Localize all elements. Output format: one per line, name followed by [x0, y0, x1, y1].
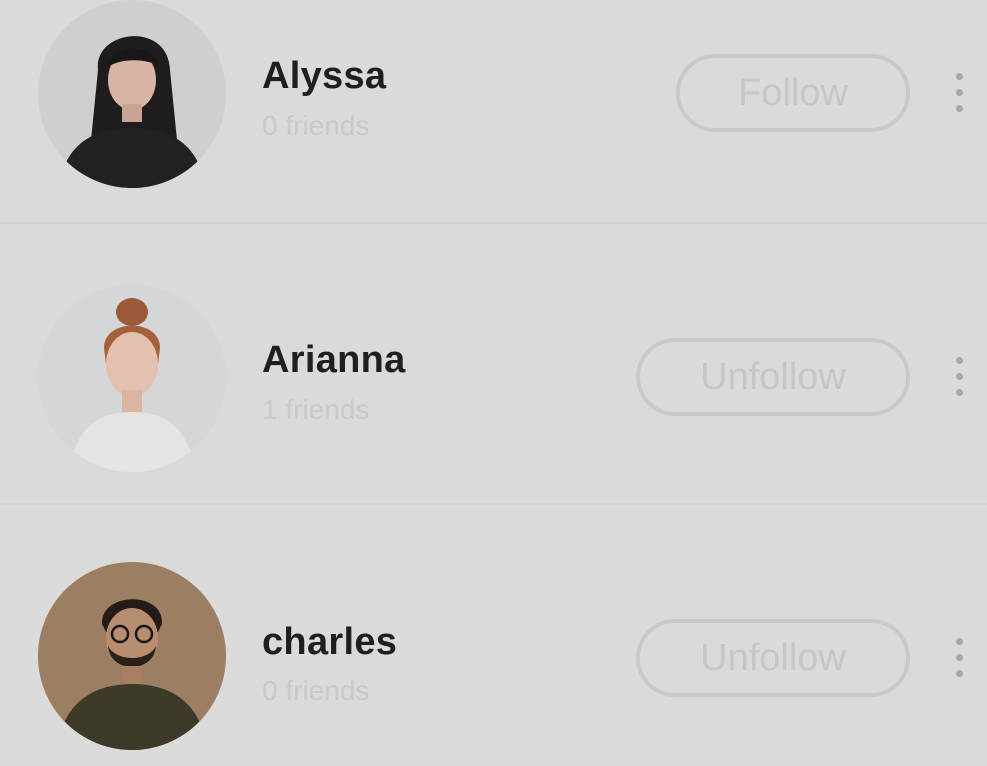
more-options-button[interactable]: [945, 62, 973, 122]
kebab-dot-icon: [955, 637, 963, 645]
divider: [0, 222, 987, 224]
avatar-woman-dark-hair-icon: [38, 0, 226, 188]
list-item: charles 0 friends Unfollow: [0, 535, 987, 766]
more-options-button[interactable]: [945, 346, 973, 406]
avatar[interactable]: [38, 284, 226, 472]
kebab-dot-icon: [955, 653, 963, 661]
kebab-dot-icon: [955, 88, 963, 96]
divider: [0, 503, 987, 505]
avatar-woman-bun-icon: [38, 284, 226, 472]
user-name[interactable]: Alyssa: [262, 55, 386, 98]
more-options-button[interactable]: [945, 627, 973, 687]
user-list: Alyssa 0 friends Follow Arianna 1 friend…: [0, 0, 987, 766]
user-name[interactable]: charles: [262, 621, 397, 664]
user-name[interactable]: Arianna: [262, 339, 406, 382]
kebab-dot-icon: [955, 388, 963, 396]
avatar-man-beard-icon: [38, 562, 226, 750]
unfollow-button[interactable]: Unfollow: [636, 338, 910, 416]
kebab-dot-icon: [955, 372, 963, 380]
friends-count: 0 friends: [262, 110, 370, 141]
list-item: Alyssa 0 friends Follow: [0, 0, 987, 220]
kebab-dot-icon: [955, 104, 963, 112]
friends-count: 1 friends: [262, 394, 370, 425]
list-item: Arianna 1 friends Unfollow: [0, 254, 987, 504]
avatar[interactable]: [38, 562, 226, 750]
unfollow-button[interactable]: Unfollow: [636, 619, 910, 697]
kebab-dot-icon: [955, 356, 963, 364]
kebab-dot-icon: [955, 72, 963, 80]
kebab-dot-icon: [955, 669, 963, 677]
avatar[interactable]: [38, 0, 226, 188]
friends-count: 0 friends: [262, 675, 370, 706]
follow-button[interactable]: Follow: [676, 54, 910, 132]
